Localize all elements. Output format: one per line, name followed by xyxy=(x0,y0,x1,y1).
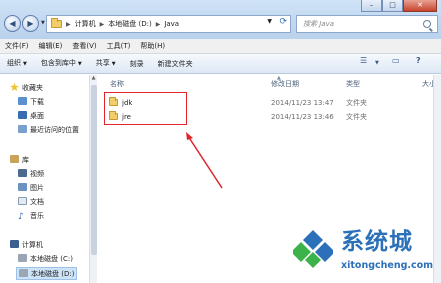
nav-recent[interactable]: 最近访问的位置 xyxy=(18,124,79,137)
pictures-icon xyxy=(18,183,27,191)
search-icon[interactable] xyxy=(423,20,431,28)
content-scrollbar[interactable] xyxy=(433,75,441,283)
folder-icon xyxy=(51,18,62,28)
menu-file[interactable]: 文件(F) xyxy=(0,39,34,53)
nav-scrollbar[interactable]: ▲ xyxy=(89,75,97,283)
column-modified[interactable]: 修改日期 xyxy=(271,79,299,89)
menu-tools[interactable]: 工具(T) xyxy=(102,39,136,53)
view-options-icon[interactable]: ☰ xyxy=(360,56,367,65)
forward-button[interactable]: ▶ xyxy=(22,15,39,32)
nav-drive-d[interactable]: 本地磁盘 (D:) xyxy=(16,267,78,280)
nav-music[interactable]: ♪ 音乐 xyxy=(18,210,44,223)
scroll-up-icon[interactable]: ▲ xyxy=(90,75,97,81)
watermark-title: 系统城 xyxy=(341,229,413,255)
menu-bar: 文件(F) 编辑(E) 查看(V) 工具(T) 帮助(H) xyxy=(0,39,441,54)
watermark-logo xyxy=(293,230,333,268)
file-modified: 2014/11/23 13:46 xyxy=(271,113,334,121)
organize-label: 组织 xyxy=(7,59,21,67)
highlight-box xyxy=(104,92,187,125)
music-icon: ♪ xyxy=(18,212,24,222)
include-in-library-label: 包含到库中 xyxy=(40,59,76,67)
breadcrumb-drive-d[interactable]: 本地磁盘 (D:) xyxy=(108,19,151,29)
breadcrumb-separator-icon: ▶ xyxy=(155,20,161,28)
maximize-button[interactable]: □ xyxy=(382,0,403,12)
title-bar: – □ ✕ ◀ ▶ ▼ ▶ 计算机 ▶ 本地磁盘 (D:) ▶ Java ▼ ⟳… xyxy=(0,0,441,39)
nav-downloads[interactable]: 下载 xyxy=(18,96,44,109)
include-in-library-button[interactable]: 包含到库中 ▼ xyxy=(34,54,89,73)
file-type: 文件夹 xyxy=(346,113,367,121)
column-name[interactable]: 名称 xyxy=(110,79,124,89)
breadcrumb-computer[interactable]: 计算机 xyxy=(75,19,96,29)
recent-pages-dropdown[interactable]: ▼ xyxy=(41,20,45,26)
nav-desktop[interactable]: 桌面 xyxy=(18,110,44,123)
back-button[interactable]: ◀ xyxy=(4,15,21,32)
minimize-button[interactable]: – xyxy=(361,0,382,12)
star-icon xyxy=(10,83,19,91)
address-bar[interactable]: ▶ 计算机 ▶ 本地磁盘 (D:) ▶ Java ▼ ⟳ xyxy=(46,15,291,33)
file-type: 文件夹 xyxy=(346,99,367,107)
menu-edit[interactable]: 编辑(E) xyxy=(34,39,68,53)
recent-places-icon xyxy=(18,125,27,133)
watermark-url: xitongcheng.com xyxy=(341,260,434,271)
nav-pictures-label: 图片 xyxy=(30,184,44,192)
desktop-icon xyxy=(18,111,27,119)
nav-recent-label: 最近访问的位置 xyxy=(30,126,79,134)
breadcrumb-separator-icon: ▶ xyxy=(66,20,71,28)
refresh-icon[interactable]: ⟳ xyxy=(279,17,287,27)
documents-icon xyxy=(18,197,27,205)
share-button[interactable]: 共享 ▼ xyxy=(89,54,123,73)
nav-drive-c[interactable]: 本地磁盘 (C:) xyxy=(18,253,73,266)
chevron-down-icon: ▼ xyxy=(111,61,116,67)
new-folder-button[interactable]: 新建文件夹 xyxy=(151,55,200,73)
nav-pictures[interactable]: 图片 xyxy=(18,182,44,195)
nav-favorites[interactable]: 收藏夹 xyxy=(10,82,43,95)
share-label: 共享 xyxy=(95,59,110,67)
help-icon[interactable]: ? xyxy=(416,56,421,65)
nav-documents[interactable]: 文档 xyxy=(18,196,44,209)
navigation-pane: 收藏夹 下载 桌面 最近访问的位置 库 视频 图片 文档 ♪ 音乐 计算机 本地… xyxy=(0,75,91,283)
nav-computer-label: 计算机 xyxy=(22,241,43,249)
search-input[interactable]: 搜索 Java xyxy=(296,15,438,33)
computer-icon xyxy=(10,240,19,248)
library-icon xyxy=(10,155,19,163)
nav-desktop-label: 桌面 xyxy=(30,112,44,120)
nav-libraries-label: 库 xyxy=(22,156,29,164)
video-icon xyxy=(18,169,27,177)
organize-button[interactable]: 组织 ▼ xyxy=(0,54,34,73)
address-dropdown-icon[interactable]: ▼ xyxy=(267,18,272,25)
nav-downloads-label: 下载 xyxy=(30,98,44,106)
explorer-window: – □ ✕ ◀ ▶ ▼ ▶ 计算机 ▶ 本地磁盘 (D:) ▶ Java ▼ ⟳… xyxy=(0,0,441,283)
nav-drive-d-label: 本地磁盘 (D:) xyxy=(31,270,75,278)
burn-button[interactable]: 刻录 xyxy=(123,55,151,73)
nav-videos-label: 视频 xyxy=(30,170,44,178)
nav-drive-c-label: 本地磁盘 (C:) xyxy=(30,255,73,263)
breadcrumb-separator-icon: ▶ xyxy=(99,20,105,28)
search-placeholder: 搜索 Java xyxy=(303,20,335,28)
drive-icon xyxy=(19,269,28,277)
column-type[interactable]: 类型 xyxy=(346,79,360,89)
nav-documents-label: 文档 xyxy=(30,198,44,206)
view-dropdown-icon[interactable]: ▼ xyxy=(375,60,379,66)
nav-music-label: 音乐 xyxy=(30,212,44,220)
chevron-down-icon: ▼ xyxy=(77,61,82,67)
window-controls: – □ ✕ xyxy=(361,0,437,14)
drive-icon xyxy=(18,254,27,262)
nav-videos[interactable]: 视频 xyxy=(18,168,44,181)
close-button[interactable]: ✕ xyxy=(403,0,437,12)
nav-libraries[interactable]: 库 xyxy=(10,154,29,167)
chevron-down-icon: ▼ xyxy=(23,61,27,67)
command-bar: 组织 ▼ 包含到库中 ▼ 共享 ▼ 刻录 新建文件夹 ☰ ▼ ▭ ? xyxy=(0,54,441,74)
file-modified: 2014/11/23 13:47 xyxy=(271,99,334,107)
downloads-icon xyxy=(18,97,27,105)
menu-view[interactable]: 查看(V) xyxy=(67,39,101,53)
breadcrumb-java[interactable]: Java xyxy=(164,20,179,28)
menu-help[interactable]: 帮助(H) xyxy=(135,39,170,53)
nav-favorites-label: 收藏夹 xyxy=(22,84,43,92)
preview-pane-icon[interactable]: ▭ xyxy=(392,56,400,65)
nav-computer[interactable]: 计算机 xyxy=(10,239,43,252)
